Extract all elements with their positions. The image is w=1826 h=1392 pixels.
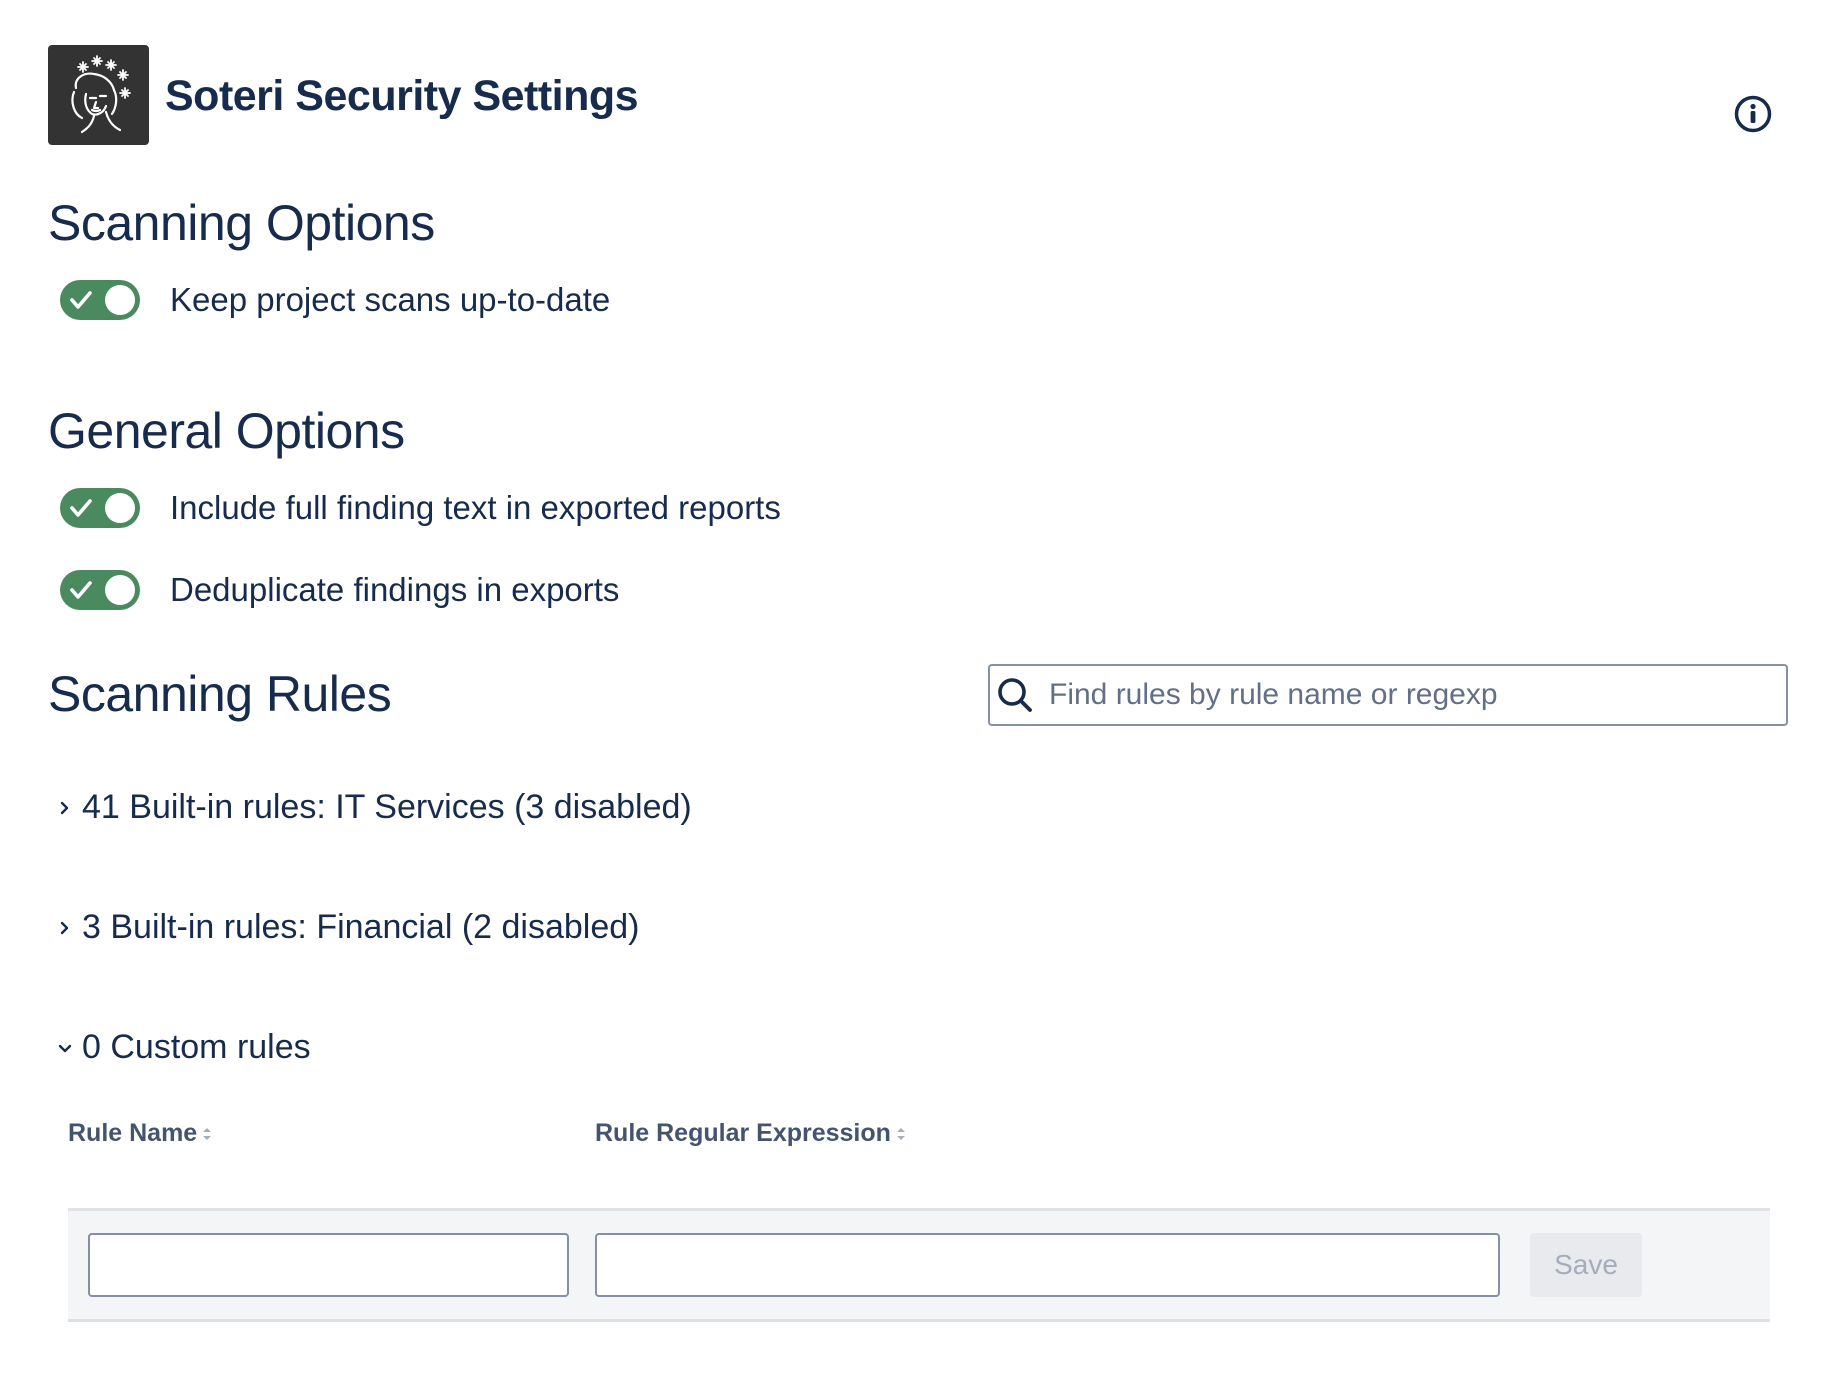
rule-search-input[interactable] <box>1049 678 1786 712</box>
toggle-row-deduplicate: Deduplicate findings in exports <box>60 568 619 612</box>
sort-icon <box>896 1127 905 1140</box>
group-custom-label: 0 Custom rules <box>82 1028 311 1066</box>
toggle-row-full-text: Include full finding text in exported re… <box>60 486 781 530</box>
scanning-options-heading: Scanning Options <box>48 195 435 251</box>
column-header-rule-name[interactable]: Rule Name <box>68 1119 213 1148</box>
keep-scans-toggle[interactable] <box>60 280 140 320</box>
toggle-knob <box>105 493 135 523</box>
checkmark-icon <box>70 499 92 517</box>
woman-face-logo-icon <box>70 55 131 134</box>
group-it-services-expander[interactable]: 41 Built-in rules: IT Services (3 disabl… <box>58 788 692 827</box>
full-finding-text-label: Include full finding text in exported re… <box>170 489 781 526</box>
toggle-row-keep-scans: Keep project scans up-to-date <box>60 278 610 322</box>
chevron-down-icon <box>58 1044 72 1052</box>
toggle-knob <box>105 575 135 605</box>
chevron-right-icon <box>60 921 69 934</box>
deduplicate-findings-label: Deduplicate findings in exports <box>170 571 620 608</box>
checkmark-icon <box>70 581 92 599</box>
rule-name-input[interactable] <box>88 1233 569 1297</box>
save-button[interactable]: Save <box>1530 1233 1642 1297</box>
rule-regexp-input[interactable] <box>595 1233 1500 1297</box>
info-button[interactable] <box>1732 93 1774 135</box>
group-custom-expander[interactable]: 0 Custom rules <box>58 1028 311 1067</box>
group-it-services-label: 41 Built-in rules: IT Services (3 disabl… <box>82 788 692 826</box>
search-icon <box>998 678 1032 712</box>
app-logo <box>48 45 149 145</box>
column-header-rule-regexp[interactable]: Rule Regular Expression <box>595 1119 907 1148</box>
deduplicate-findings-toggle[interactable] <box>60 570 140 610</box>
keep-scans-label: Keep project scans up-to-date <box>170 281 611 318</box>
group-financial-label: 3 Built-in rules: Financial (2 disabled) <box>82 908 640 946</box>
chevron-right-icon <box>60 801 69 814</box>
column-header-label: Rule Name <box>68 1119 198 1147</box>
toggle-knob <box>105 285 135 315</box>
general-options-heading: General Options <box>48 403 405 459</box>
checkmark-icon <box>70 291 92 309</box>
rule-search-box <box>988 664 1788 726</box>
column-header-label: Rule Regular Expression <box>595 1119 891 1147</box>
full-finding-text-toggle[interactable] <box>60 488 140 528</box>
app-title: Soteri Security Settings <box>165 72 639 120</box>
new-rule-row: Save <box>68 1208 1770 1322</box>
group-financial-expander[interactable]: 3 Built-in rules: Financial (2 disabled) <box>58 908 639 947</box>
scanning-rules-heading: Scanning Rules <box>48 666 392 722</box>
sort-icon <box>203 1127 212 1140</box>
info-icon <box>1734 95 1772 133</box>
